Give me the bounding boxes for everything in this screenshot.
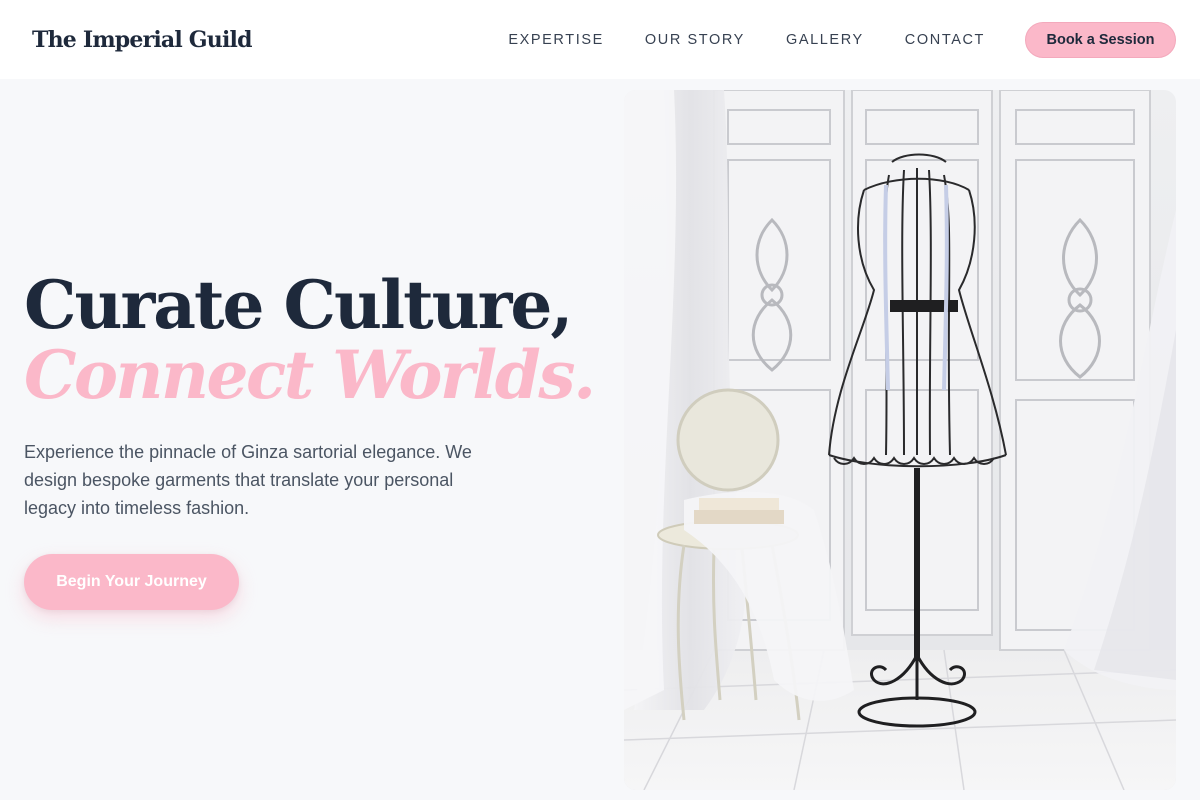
hero-title-line2: Connect Worlds. (24, 336, 596, 414)
mannequin-photo (624, 90, 1176, 790)
hero-description: Experience the pinnacle of Ginza sartori… (24, 442, 472, 518)
nav-link-contact[interactable]: CONTACT (905, 32, 985, 48)
book-session-button[interactable]: Book a Session (1025, 21, 1176, 58)
begin-journey-button[interactable]: Begin Your Journey (24, 554, 239, 610)
main-nav: EXPERTISE OUR STORY GALLERY CONTACT Book… (508, 21, 1176, 58)
hero-image (624, 90, 1176, 790)
nav-link-gallery[interactable]: GALLERY (786, 32, 864, 48)
hero-title-line1: Curate Culture, (24, 266, 573, 344)
hero-title: Curate Culture, Connect Worlds. (24, 266, 596, 414)
nav-link-expertise[interactable]: EXPERTISE (508, 32, 604, 48)
site-header: The Imperial Guild EXPERTISE OUR STORY G… (0, 0, 1200, 79)
site-logo[interactable]: The Imperial Guild (32, 27, 252, 53)
nav-link-our-story[interactable]: OUR STORY (645, 32, 745, 48)
